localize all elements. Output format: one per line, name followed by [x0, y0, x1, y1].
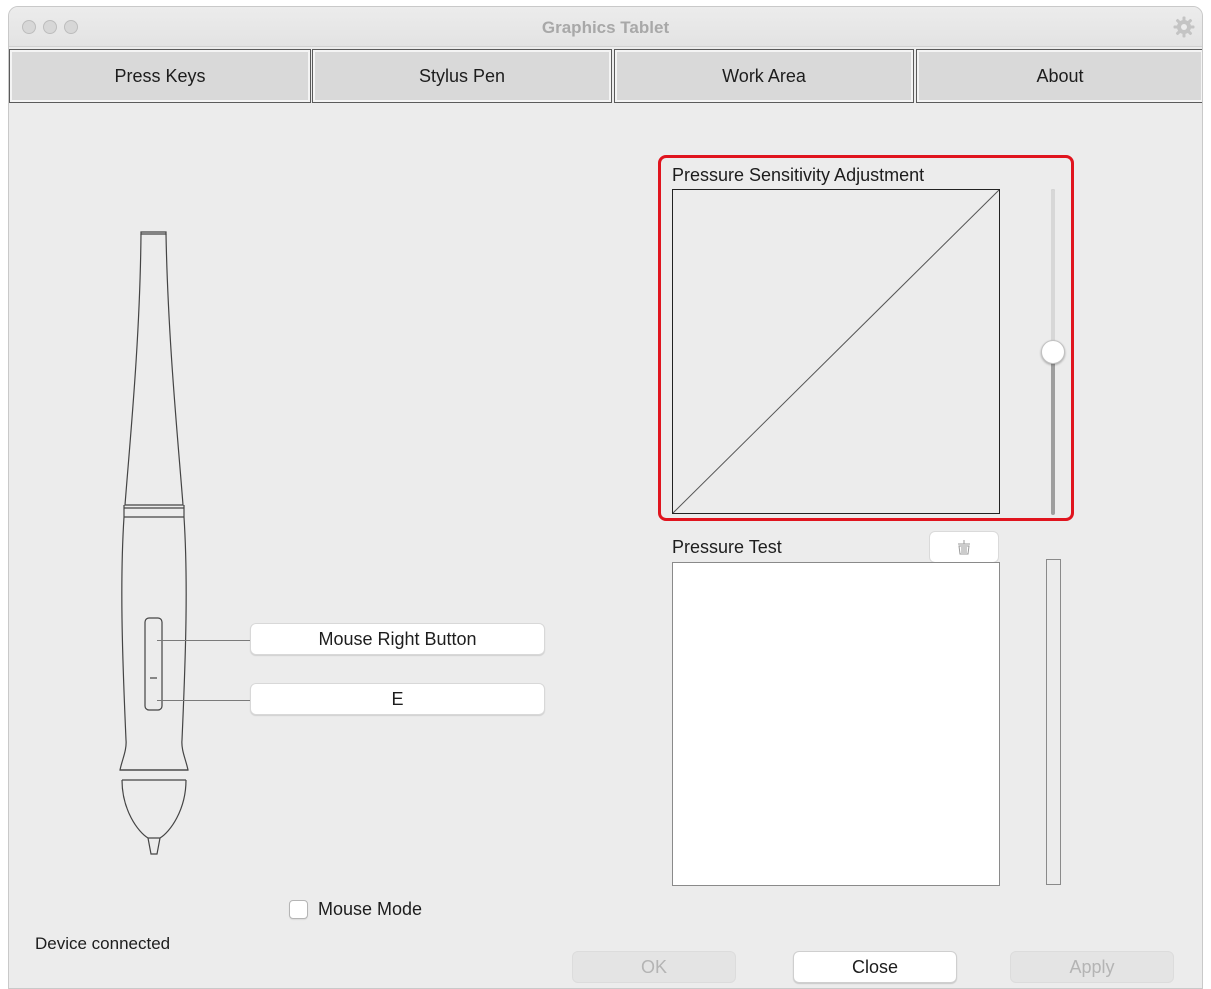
device-status: Device connected — [35, 934, 171, 953]
gear-icon[interactable] — [1172, 15, 1196, 39]
stylus-pen-illustration — [119, 231, 189, 855]
window-title: Graphics Tablet — [541, 18, 670, 37]
mouse-mode-checkbox[interactable] — [289, 900, 308, 919]
tab-about[interactable]: About — [916, 49, 1202, 103]
basket-icon — [958, 540, 970, 555]
pressure-sensitivity-slider-thumb[interactable] — [1041, 340, 1065, 364]
pressure-curve-line — [673, 190, 999, 513]
tab-stylus-pen[interactable]: Stylus Pen — [312, 49, 612, 103]
slider-upper-track — [1051, 189, 1055, 352]
clear-pressure-test-button[interactable] — [929, 531, 999, 563]
tab-press-keys[interactable]: Press Keys — [9, 49, 311, 103]
pressure-curve-graph — [672, 189, 1000, 514]
pressure-test-label: Pressure Test — [672, 537, 782, 557]
upper-button-assignment[interactable]: Mouse Right Button — [250, 623, 545, 655]
lower-button-assignment[interactable]: E — [250, 683, 545, 715]
pressure-test-canvas[interactable] — [672, 562, 1000, 886]
lower-button-leader-line — [157, 700, 250, 701]
mouse-mode-label: Mouse Mode — [318, 899, 423, 919]
title-bar: Graphics Tablet — [9, 7, 1202, 47]
apply-button[interactable]: Apply — [1010, 951, 1174, 983]
pressure-sensitivity-label: Pressure Sensitivity Adjustment — [672, 165, 925, 185]
upper-button-leader-line — [157, 640, 250, 641]
tab-work-area[interactable]: Work Area — [614, 49, 914, 103]
mouse-mode-toggle[interactable]: Mouse Mode — [289, 899, 422, 920]
pressure-level-meter — [1046, 559, 1061, 885]
ok-button[interactable]: OK — [572, 951, 736, 983]
close-button[interactable]: Close — [793, 951, 957, 983]
tab-bar: Press Keys Stylus Pen Work Area About — [9, 49, 1202, 103]
